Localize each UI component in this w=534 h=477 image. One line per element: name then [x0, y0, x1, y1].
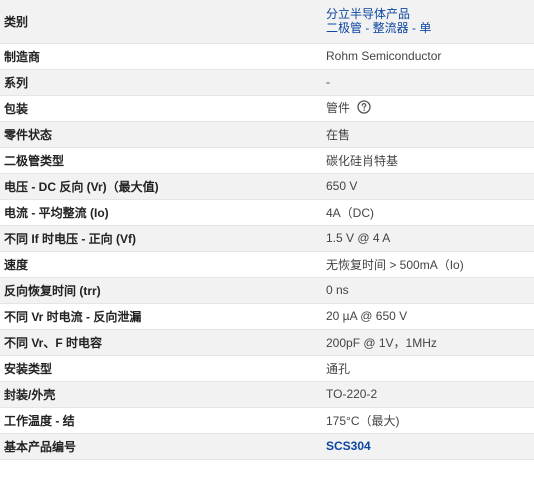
spec-row-part-status: 零件状态 在售 — [0, 121, 534, 148]
spec-row-diode-type: 二极管类型 碳化硅肖特基 — [0, 147, 534, 174]
spec-row-reverse-voltage: 电压 - DC 反向 (Vr)（最大值) 650 V — [0, 173, 534, 200]
spec-row-packaging: 包装 管件 — [0, 95, 534, 122]
spec-value-cell: 管件 — [322, 95, 534, 122]
spec-row-reverse-recovery-time: 反向恢复时间 (trr) 0 ns — [0, 277, 534, 304]
spec-label: 安装类型 — [0, 355, 322, 382]
spec-label: 反向恢复时间 (trr) — [0, 277, 322, 304]
spec-label: 不同 Vr 时电流 - 反向泄漏 — [0, 303, 322, 330]
spec-value: 175°C（最大) — [322, 407, 534, 434]
spec-row-speed: 速度 无恢复时间 > 500mA（Io) — [0, 251, 534, 278]
spec-label: 系列 — [0, 69, 322, 96]
spec-value: 管件 — [326, 100, 351, 115]
spec-label: 不同 Vr、F 时电容 — [0, 329, 322, 356]
spec-label: 电流 - 平均整流 (Io) — [0, 199, 322, 226]
base-part-number-link[interactable]: SCS304 — [326, 439, 371, 453]
spec-row-series: 系列 - — [0, 69, 534, 96]
spec-value: 0 ns — [322, 277, 534, 304]
spec-label: 包装 — [0, 95, 322, 122]
spec-row-capacitance: 不同 Vr、F 时电容 200pF @ 1V，1MHz — [0, 329, 534, 356]
spec-row-operating-temperature: 工作温度 - 结 175°C（最大) — [0, 407, 534, 434]
spec-row-rectified-current: 电流 - 平均整流 (Io) 4A（DC) — [0, 199, 534, 226]
spec-value: 无恢复时间 > 500mA（Io) — [322, 251, 534, 278]
category-links: 分立半导体产品 二极管 - 整流器 - 单 — [322, 0, 534, 44]
spec-label: 不同 If 时电压 - 正向 (Vf) — [0, 225, 322, 252]
spec-value: 1.5 V @ 4 A — [322, 225, 534, 252]
spec-value: Rohm Semiconductor — [322, 43, 534, 70]
spec-label: 工作温度 - 结 — [0, 407, 322, 434]
spec-label: 基本产品编号 — [0, 433, 322, 460]
spec-value: 碳化硅肖特基 — [322, 147, 534, 174]
spec-row-category: 类别 分立半导体产品 二极管 - 整流器 - 单 — [0, 0, 534, 44]
spec-row-mounting-type: 安装类型 通孔 — [0, 355, 534, 382]
spec-value: - — [322, 69, 534, 96]
spec-value-cell: SCS304 — [322, 433, 534, 460]
spec-value: 20 µA @ 650 V — [322, 303, 534, 330]
spec-value: 在售 — [322, 121, 534, 148]
spec-value: 通孔 — [322, 355, 534, 382]
spec-label: 速度 — [0, 251, 322, 278]
spec-label: 制造商 — [0, 43, 322, 70]
product-attributes-table: 类别 分立半导体产品 二极管 - 整流器 - 单 制造商 Rohm Semico… — [0, 0, 534, 460]
spec-label: 二极管类型 — [0, 147, 322, 174]
category-link-discrete-semiconductors[interactable]: 分立半导体产品 — [326, 7, 530, 21]
spec-row-manufacturer: 制造商 Rohm Semiconductor — [0, 43, 534, 70]
spec-label: 封装/外壳 — [0, 381, 322, 408]
spec-row-package-case: 封装/外壳 TO-220-2 — [0, 381, 534, 408]
spec-value: 200pF @ 1V，1MHz — [322, 329, 534, 356]
spec-row-reverse-leakage: 不同 Vr 时电流 - 反向泄漏 20 µA @ 650 V — [0, 303, 534, 330]
spec-label: 类别 — [0, 0, 322, 44]
spec-value: 650 V — [322, 173, 534, 200]
spec-row-base-part-number: 基本产品编号 SCS304 — [0, 433, 534, 460]
spec-row-forward-voltage: 不同 If 时电压 - 正向 (Vf) 1.5 V @ 4 A — [0, 225, 534, 252]
spec-label: 电压 - DC 反向 (Vr)（最大值) — [0, 173, 322, 200]
spec-value: 4A（DC) — [322, 199, 534, 226]
spec-value: TO-220-2 — [322, 381, 534, 408]
help-circle-icon[interactable] — [357, 100, 372, 117]
spec-label: 零件状态 — [0, 121, 322, 148]
category-link-rectifiers-single[interactable]: 二极管 - 整流器 - 单 — [326, 21, 530, 35]
